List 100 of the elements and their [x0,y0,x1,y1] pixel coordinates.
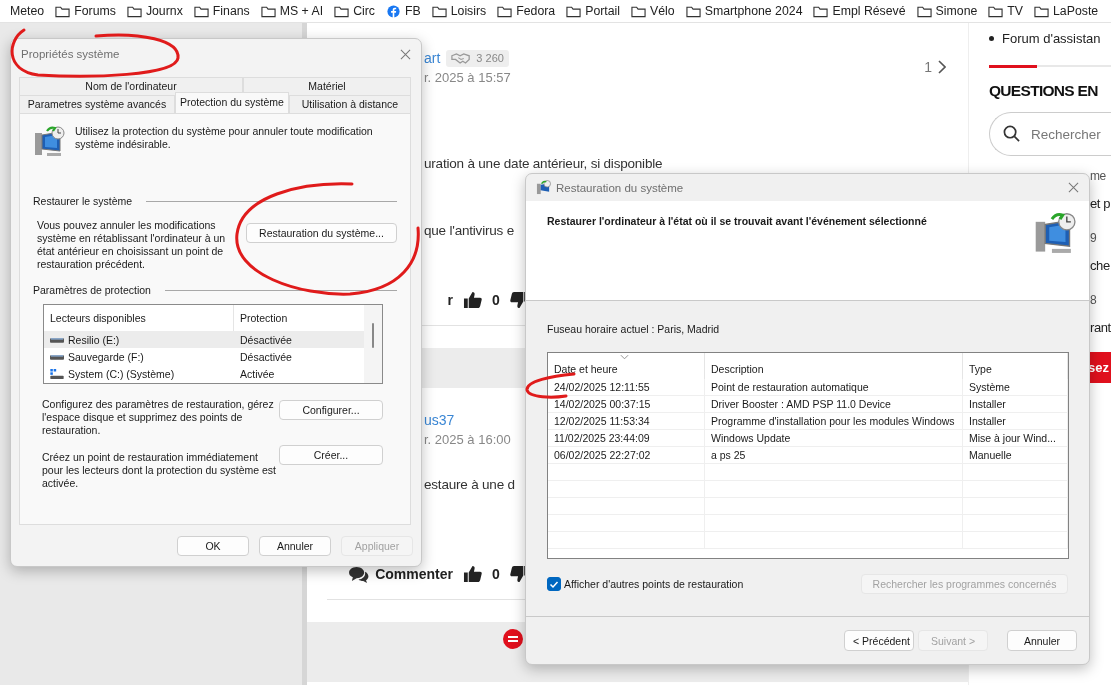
table-cell: 12/02/2025 11:53:34 [548,413,705,429]
tab[interactable]: Utilisation à distance [288,95,411,113]
question-text: me [1090,168,1106,185]
chevron-right-icon [938,60,946,74]
wizard-heading: Restaurer l'ordinateur à l'état où il se trouvait avant l'événement sélectionné [547,215,927,229]
author-link[interactable]: us37 [424,412,455,428]
group-title: Paramètres de protection [33,284,151,296]
folder-icon [126,4,142,18]
configure-button[interactable]: Configurer... [279,400,383,420]
monitor-clock-icon [536,180,551,195]
folder-icon [497,4,513,18]
column-header[interactable]: Description [705,353,963,379]
table-cell: 14/02/2025 00:37:15 [548,396,705,412]
close-icon[interactable] [400,48,411,60]
folder-icon [193,4,209,18]
bookmark-link[interactable]: Meteo [10,4,45,18]
vote-count: 0 [492,566,500,582]
search-icon [1003,125,1020,142]
bookmark-link[interactable]: Simone [916,4,978,18]
restore-description: Vous pouvez annuler les modifications système en rétablissant l'ordinateur à un état antérieur en choisissant un point de restauration précédent. [37,219,227,271]
handshake-icon [451,51,472,65]
bookmark-link[interactable]: FB [386,4,421,18]
tab[interactable]: Matériel [243,77,411,95]
drive-name: Sauvegarde (F:) [68,350,144,363]
tab[interactable]: Parametres système avancés [19,95,175,113]
folder-icon [566,4,582,18]
dialog-button[interactable]: Annuler [259,535,331,556]
folder-icon [631,4,647,18]
folder-icon [260,4,276,18]
drive-name: Resilio (E:) [68,333,120,346]
tab[interactable]: Nom de l'ordinateur [19,77,243,95]
drive-name: System (C:) (Système) [68,367,175,380]
checkbox-label[interactable]: Afficher d'autres points de restauration [564,578,861,590]
bookmark-link[interactable]: Smartphone 2024 [685,4,803,18]
vote-count: 0 [492,292,500,308]
question-text: rant [1090,319,1111,337]
column-header[interactable]: Protection [234,312,288,324]
drive-row[interactable]: Sauvegarde (F:) Désactivée [44,348,364,365]
table-cell: 06/02/2025 22:27:02 [548,447,705,463]
bookmark-link[interactable]: Circ [334,4,375,18]
bookmark-link[interactable]: Journx [126,4,183,18]
question-text: 8 [1090,292,1097,309]
group-title: Restaurer le système [33,195,133,207]
window-title: Restauration du système [556,181,685,194]
pager-link[interactable]: 1 [924,59,946,75]
folder-icon [813,4,829,18]
drive-row[interactable]: Resilio (E:) Désactivée [44,331,364,348]
table-cell: 24/02/2025 12:11:55 [548,379,705,395]
bookmark-link[interactable]: Vélo [631,4,675,18]
bookmark-link[interactable]: Finans [193,4,250,18]
bookmark-link[interactable]: MS + AI [260,4,324,18]
author-link[interactable]: art [424,50,441,66]
bookmark-link[interactable]: Forums [55,4,116,18]
thumbs-up-icon[interactable] [463,291,482,309]
bookmark-link[interactable]: Empl Résevé [813,4,906,18]
table-cell: Installer [963,396,1068,412]
folder-icon [685,4,701,18]
question-text: 9 [1090,230,1097,247]
bookmark-link[interactable]: Fedora [497,4,556,18]
table-cell: 11/02/2025 23:44:09 [548,430,705,446]
post-text: estaure à une d [424,477,515,493]
column-header[interactable]: Date et heure [548,353,705,379]
folder-icon [334,4,350,18]
system-restore-button[interactable]: Restauration du système... [246,223,397,243]
bookmark-link[interactable]: LaPoste [1034,4,1099,18]
thumbs-up-icon[interactable] [463,565,482,583]
column-header[interactable]: Type [963,353,1068,379]
create-button[interactable]: Créer... [279,445,383,465]
intro-text: Utilisez la protection du système pour annuler toute modification système indésirable. [75,125,374,152]
search-field[interactable]: Rechercher [989,112,1111,156]
table-cell: Programme d'installation pour les modules Windows [705,413,963,429]
table-cell: Mise à jour Wind... [963,430,1068,446]
bookmark-link[interactable]: Portail [566,4,621,18]
post-date: r. 2025 à 16:00 [424,431,511,449]
bookmark-link[interactable]: TV [988,4,1024,18]
table-cell: Manuelle [963,447,1068,463]
wizard-button[interactable]: < Précédent [844,630,914,651]
comment-link[interactable]: Commenter [348,565,453,583]
drive-row[interactable]: System (C:) (Système) Activée [44,365,364,382]
wizard-button[interactable]: Annuler [1007,630,1077,651]
table-cell: Installer [963,413,1068,429]
table-cell: Système [963,379,1068,395]
scrollbar-thumb[interactable] [372,323,374,348]
tab[interactable]: Protection du système [175,92,289,113]
comment-link[interactable]: r [447,292,453,308]
window-title: Propriétés système [21,48,121,60]
chat-bubble-icon[interactable] [503,629,523,649]
protection-status: Désactivée [239,333,292,346]
post-text: uration à une date antérieur, si disponible [424,156,663,172]
question-text: et p [1090,195,1111,213]
create-description: Créez un point de restauration immédiatement pour les lecteurs dont la protection du système est activée. [42,451,277,490]
checkbox[interactable] [547,577,561,591]
post-date: r. 2025 à 15:57 [424,69,511,87]
bookmark-link[interactable]: Loisirs [431,4,487,18]
protection-status: Activée [239,367,275,380]
forum-link[interactable]: Forum d'assistan [1002,30,1101,46]
dialog-button[interactable]: OK [177,535,249,556]
timezone-label: Fuseau horaire actuel : Paris, Madrid [547,323,721,336]
configure-description: Configurez des paramètres de restauration, gérez l'espace disque et supprimez des points de restauration. [42,398,275,437]
close-icon[interactable] [1068,182,1079,193]
